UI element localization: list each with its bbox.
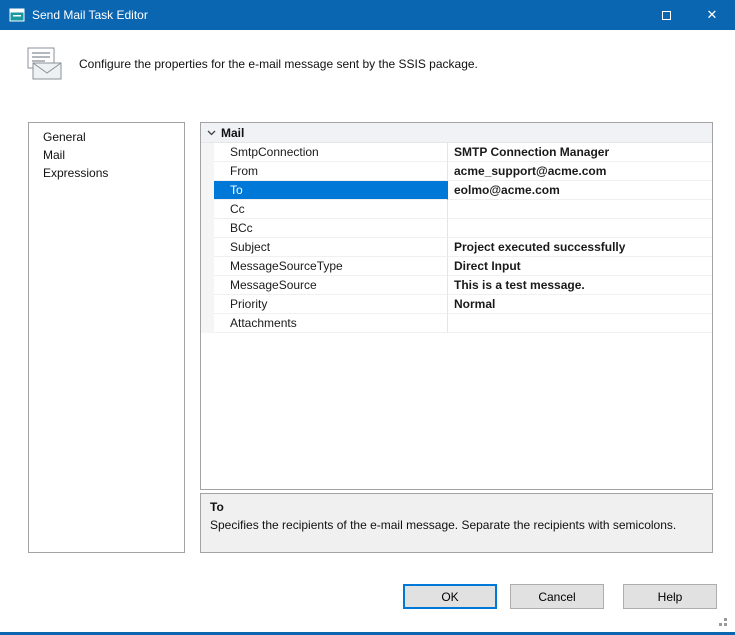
property-name: SmtpConnection bbox=[214, 143, 448, 162]
row-indent bbox=[201, 143, 214, 162]
row-priority[interactable]: Priority Normal bbox=[201, 295, 712, 314]
titlebar-buttons: ✕ bbox=[643, 0, 735, 30]
maximize-icon bbox=[661, 10, 671, 20]
maximize-button[interactable] bbox=[643, 0, 689, 30]
row-message-source[interactable]: MessageSource This is a test message. bbox=[201, 276, 712, 295]
row-to[interactable]: To eolmo@acme.com bbox=[201, 181, 712, 200]
property-name: Cc bbox=[214, 200, 448, 219]
app-icon bbox=[9, 7, 25, 23]
property-description-text: Specifies the recipients of the e-mail m… bbox=[210, 518, 677, 532]
sidebar-item-mail[interactable]: Mail bbox=[29, 146, 184, 164]
row-message-source-type[interactable]: MessageSourceType Direct Input bbox=[201, 257, 712, 276]
property-value[interactable] bbox=[448, 219, 712, 238]
row-indent bbox=[201, 295, 214, 314]
collapse-chevron-icon bbox=[201, 130, 221, 136]
property-value[interactable]: eolmo@acme.com bbox=[448, 181, 712, 200]
dialog-header: Configure the properties for the e-mail … bbox=[25, 44, 710, 84]
property-name: BCc bbox=[214, 219, 448, 238]
titlebar[interactable]: Send Mail Task Editor ✕ bbox=[0, 0, 735, 30]
property-value[interactable]: SMTP Connection Manager bbox=[448, 143, 712, 162]
row-cc[interactable]: Cc bbox=[201, 200, 712, 219]
sidebar-item-general[interactable]: General bbox=[29, 128, 184, 146]
property-name: Subject bbox=[214, 238, 448, 257]
row-indent bbox=[201, 181, 214, 200]
category-row-mail[interactable]: Mail bbox=[201, 123, 712, 143]
property-value[interactable]: Normal bbox=[448, 295, 712, 314]
row-indent bbox=[201, 219, 214, 238]
mail-envelope-icon bbox=[25, 47, 63, 81]
property-name: From bbox=[214, 162, 448, 181]
row-indent bbox=[201, 314, 214, 333]
pages-list: General Mail Expressions bbox=[28, 122, 185, 553]
property-value[interactable] bbox=[448, 314, 712, 333]
category-label: Mail bbox=[221, 125, 245, 140]
row-smtp-connection[interactable]: SmtpConnection SMTP Connection Manager bbox=[201, 143, 712, 162]
property-name: To bbox=[214, 181, 448, 200]
row-indent bbox=[201, 276, 214, 295]
row-subject[interactable]: Subject Project executed successfully bbox=[201, 238, 712, 257]
send-mail-task-editor-dialog: Send Mail Task Editor ✕ Configure the pr… bbox=[0, 0, 735, 635]
property-value[interactable]: Direct Input bbox=[448, 257, 712, 276]
row-indent bbox=[201, 162, 214, 181]
dialog-description: Configure the properties for the e-mail … bbox=[79, 57, 478, 71]
row-indent bbox=[201, 200, 214, 219]
window-title: Send Mail Task Editor bbox=[32, 8, 148, 22]
property-description-panel: To Specifies the recipients of the e-mai… bbox=[200, 493, 713, 553]
property-grid: Mail SmtpConnection SMTP Connection Mana… bbox=[200, 122, 713, 490]
property-value[interactable]: This is a test message. bbox=[448, 276, 712, 295]
property-name: MessageSource bbox=[214, 276, 448, 295]
property-value[interactable] bbox=[448, 200, 712, 219]
sidebar-item-expressions[interactable]: Expressions bbox=[29, 164, 184, 182]
property-description-title: To bbox=[210, 500, 224, 514]
row-from[interactable]: From acme_support@acme.com bbox=[201, 162, 712, 181]
property-name: Priority bbox=[214, 295, 448, 314]
property-name: MessageSourceType bbox=[214, 257, 448, 276]
row-indent bbox=[201, 257, 214, 276]
help-button[interactable]: Help bbox=[623, 584, 717, 609]
resize-grip[interactable] bbox=[717, 618, 727, 628]
row-bcc[interactable]: BCc bbox=[201, 219, 712, 238]
property-name: Attachments bbox=[214, 314, 448, 333]
property-value[interactable]: acme_support@acme.com bbox=[448, 162, 712, 181]
cancel-button[interactable]: Cancel bbox=[510, 584, 604, 609]
ok-button[interactable]: OK bbox=[403, 584, 497, 609]
row-attachments[interactable]: Attachments bbox=[201, 314, 712, 333]
property-value[interactable]: Project executed successfully bbox=[448, 238, 712, 257]
row-indent bbox=[201, 238, 214, 257]
close-button[interactable]: ✕ bbox=[689, 0, 735, 30]
close-icon: ✕ bbox=[706, 7, 718, 22]
